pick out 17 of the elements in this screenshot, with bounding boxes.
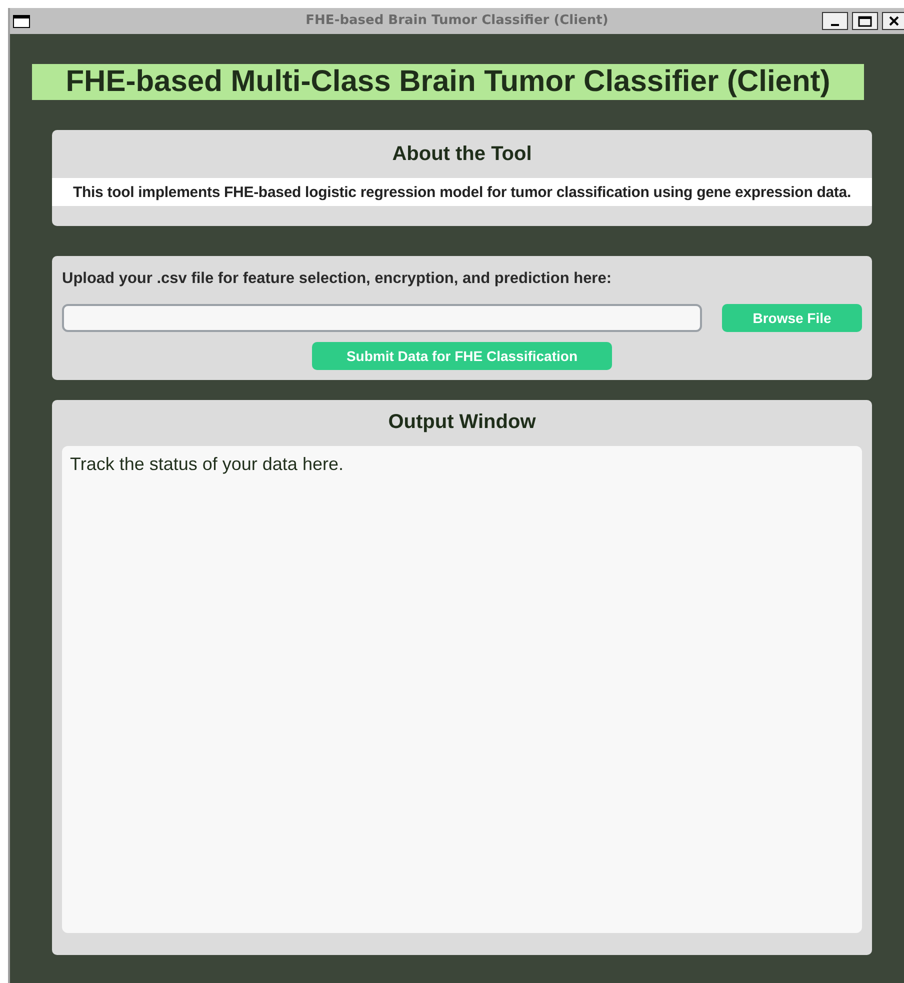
description-text: This tool implements FHE-based logistic regression model for tumor classification using gene expression data. [52,178,872,206]
window-menu-icon[interactable] [13,14,30,28]
window-title: FHE-based Brain Tumor Classifier (Client) [306,13,608,28]
maximize-button[interactable] [852,12,878,30]
maximize-icon [858,16,872,26]
output-textarea[interactable]: Track the status of your data here. [62,446,862,933]
file-path-field[interactable] [62,304,702,332]
close-icon [888,15,900,27]
upload-label: Upload your .csv file for feature selection, encryption, and prediction here: [62,269,613,289]
card-title: About the Tool [391,142,533,166]
card-title: Output Window [387,410,537,434]
close-button[interactable] [882,12,904,30]
app-heading: FHE-based Multi-Class Brain Tumor Classifier (Client) [32,64,864,100]
submit-button[interactable]: Submit Data for FHE Classification [312,342,612,370]
minimize-icon [831,24,839,26]
minimize-button[interactable] [822,12,848,30]
browse-file-button[interactable]: Browse File [722,304,862,332]
